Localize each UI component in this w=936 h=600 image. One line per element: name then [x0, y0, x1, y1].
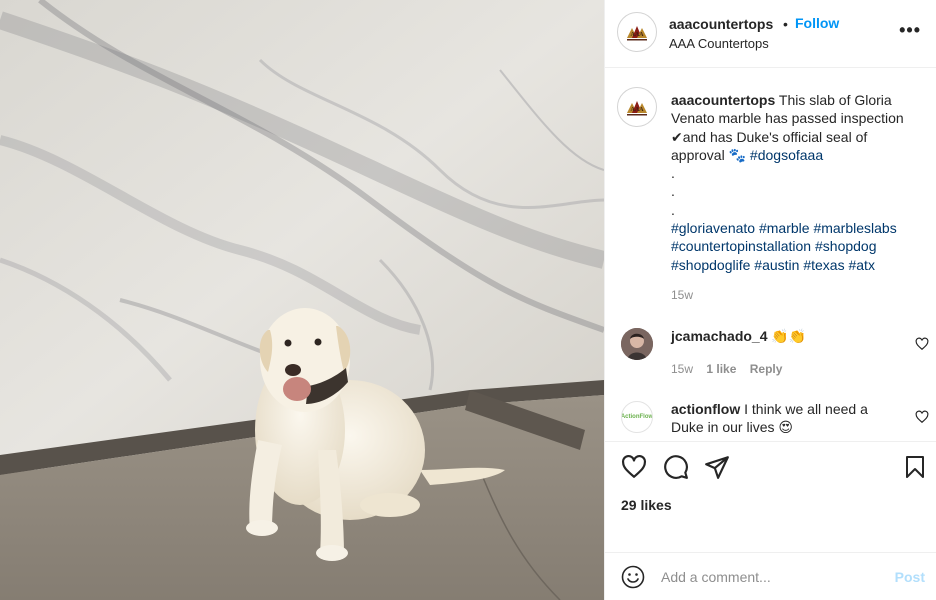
- comment-meta: 15w 1 like Reply: [671, 362, 792, 376]
- save-icon[interactable]: [903, 454, 927, 480]
- share-icon[interactable]: [704, 454, 730, 480]
- hashtag-link[interactable]: #marbleslabs: [813, 220, 896, 236]
- aaa-logo-icon: AAA: [627, 26, 647, 41]
- account-username[interactable]: aaacountertops: [669, 16, 773, 32]
- caption-avatar[interactable]: AAA: [617, 87, 657, 127]
- heart-icon[interactable]: [915, 410, 929, 424]
- caption-dot: .: [671, 201, 675, 218]
- separator-dot: •: [783, 16, 788, 32]
- account-full-name[interactable]: AAA Countertops: [669, 36, 769, 51]
- comment-text: jcamachado_4 👏👏: [671, 327, 899, 345]
- comment-timestamp[interactable]: 15w: [671, 362, 693, 376]
- aaa-logo-icon: AAA: [627, 101, 647, 116]
- hashtag-link[interactable]: #austin: [754, 257, 799, 273]
- svg-text:AAA: AAA: [631, 32, 645, 38]
- post-actions: 29 likes: [605, 441, 936, 552]
- post-photo[interactable]: [0, 0, 604, 600]
- hashtag-link[interactable]: #countertopinstallation: [671, 238, 811, 254]
- hashtag-link[interactable]: #shopdoglife: [671, 257, 750, 273]
- comment-body: 👏👏: [767, 328, 807, 344]
- svg-text:AAA: AAA: [631, 107, 645, 113]
- hashtag-link[interactable]: #atx: [848, 257, 874, 273]
- comment-like-count[interactable]: 1 like: [706, 362, 736, 376]
- comment-username[interactable]: jcamachado_4: [671, 328, 768, 344]
- reply-button[interactable]: Reply: [750, 362, 783, 376]
- caption-dot: .: [671, 165, 675, 182]
- hashtag-link[interactable]: #gloriavenato: [671, 220, 755, 236]
- hashtag-list: #gloriavenato #marble #marbleslabs #coun…: [671, 219, 923, 274]
- emoji-icon[interactable]: [621, 565, 645, 589]
- comments-section[interactable]: AAA aaacountertops This slab of Gloria V…: [605, 69, 936, 441]
- post-comment-button[interactable]: Post: [895, 569, 925, 585]
- more-options-icon[interactable]: •••: [899, 20, 921, 41]
- caption-text: aaacountertops This slab of Gloria Venat…: [671, 91, 923, 274]
- like-icon[interactable]: [621, 454, 647, 480]
- account-avatar[interactable]: AAA: [617, 12, 657, 52]
- like-count[interactable]: 29 likes: [621, 497, 672, 513]
- comment-text: actionflow I think we all need a Duke in…: [671, 400, 899, 437]
- caption-dot: .: [671, 183, 675, 200]
- dog-marble-photo: [0, 0, 604, 600]
- commenter-avatar[interactable]: ActionFlow: [621, 401, 653, 433]
- comment-icon[interactable]: [663, 454, 689, 480]
- post-header: AAA aaacountertops • Follow AAA Countert…: [605, 0, 936, 68]
- heart-icon[interactable]: [915, 337, 929, 351]
- hashtag-link[interactable]: #marble: [759, 220, 810, 236]
- post-side-panel: AAA aaacountertops • Follow AAA Countert…: [604, 0, 936, 600]
- hashtag-link[interactable]: #shopdog: [815, 238, 877, 254]
- caption-username[interactable]: aaacountertops: [671, 92, 775, 108]
- add-comment-bar: Post: [605, 552, 936, 600]
- comment-username[interactable]: actionflow: [671, 401, 740, 417]
- commenter-avatar[interactable]: [621, 328, 653, 360]
- follow-button[interactable]: Follow: [795, 15, 839, 31]
- commenter-photo-icon: [621, 328, 653, 360]
- caption-timestamp[interactable]: 15w: [671, 288, 693, 302]
- instagram-post: AAA aaacountertops • Follow AAA Countert…: [0, 0, 936, 600]
- hashtag-link[interactable]: #dogsofaaa: [750, 147, 823, 163]
- comment-input[interactable]: [661, 565, 871, 589]
- hashtag-link[interactable]: #texas: [803, 257, 844, 273]
